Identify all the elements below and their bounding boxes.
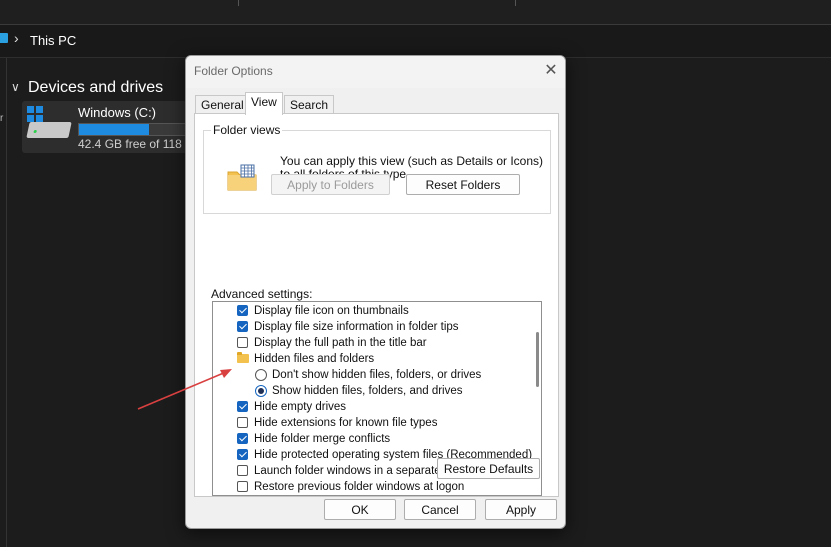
annotation-arrow (137, 369, 232, 410)
tab-view[interactable]: View (245, 92, 283, 115)
